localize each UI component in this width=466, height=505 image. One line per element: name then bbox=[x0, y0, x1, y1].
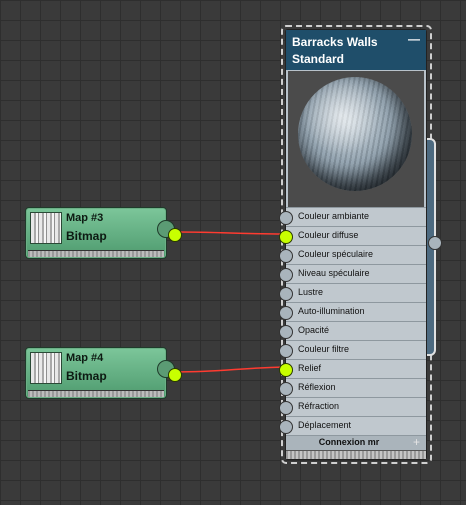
rollout-label: Connexion mr bbox=[318, 437, 380, 447]
slot-label: Réflexion bbox=[298, 382, 336, 392]
slot-label: Relief bbox=[298, 363, 322, 373]
input-socket[interactable] bbox=[279, 268, 293, 282]
minus-icon[interactable]: — bbox=[408, 32, 420, 46]
wire-map3-to-diffuse[interactable] bbox=[175, 231, 285, 235]
input-socket[interactable] bbox=[279, 382, 293, 396]
resize-grip[interactable] bbox=[286, 450, 426, 459]
resize-grip[interactable] bbox=[28, 250, 164, 257]
input-slot[interactable]: Niveau spéculaire bbox=[279, 264, 426, 283]
slot-label: Lustre bbox=[298, 287, 324, 297]
input-socket[interactable] bbox=[279, 344, 293, 358]
slot-label: Couleur filtre bbox=[298, 344, 350, 354]
input-slot[interactable]: Couleur spéculaire bbox=[279, 245, 426, 264]
slot-label: Auto-illumination bbox=[298, 306, 365, 316]
input-slot[interactable]: Couleur filtre bbox=[279, 340, 426, 359]
node-type: Bitmap bbox=[66, 369, 107, 383]
input-socket[interactable] bbox=[279, 420, 293, 434]
material-header[interactable]: Barracks Walls Standard — bbox=[286, 30, 426, 70]
slot-label: Opacité bbox=[298, 325, 330, 335]
input-slot[interactable]: Relief bbox=[279, 359, 426, 378]
material-output-socket[interactable] bbox=[428, 236, 442, 250]
material-node-standard[interactable]: Barracks Walls Standard — Couleur ambian… bbox=[279, 29, 427, 460]
material-type: Standard bbox=[292, 52, 345, 66]
output-socket[interactable] bbox=[168, 368, 182, 382]
input-slot[interactable]: Couleur ambiante bbox=[279, 207, 426, 226]
bitmap-node-map3[interactable]: Map #3 Bitmap bbox=[25, 207, 182, 259]
preview-sphere bbox=[298, 77, 412, 191]
slot-label: Couleur ambiante bbox=[298, 211, 370, 221]
input-socket[interactable] bbox=[279, 211, 293, 225]
material-preview bbox=[288, 71, 424, 207]
input-socket[interactable] bbox=[279, 401, 293, 415]
output-socket[interactable] bbox=[168, 228, 182, 242]
input-slot[interactable]: Auto-illumination bbox=[279, 302, 426, 321]
input-socket[interactable] bbox=[279, 287, 293, 301]
bitmap-thumbnail bbox=[30, 212, 62, 244]
bitmap-thumbnail bbox=[30, 352, 62, 384]
input-socket[interactable] bbox=[279, 230, 293, 244]
slot-label: Déplacement bbox=[298, 420, 352, 430]
node-title: Map #4 bbox=[66, 352, 104, 364]
slot-label: Niveau spéculaire bbox=[298, 268, 370, 278]
input-socket[interactable] bbox=[279, 325, 293, 339]
plus-icon[interactable]: + bbox=[413, 435, 420, 449]
input-slot[interactable]: Opacité bbox=[279, 321, 426, 340]
slot-label: Couleur spéculaire bbox=[298, 249, 374, 259]
slot-label: Réfraction bbox=[298, 401, 340, 411]
input-slot[interactable]: Réfraction bbox=[279, 397, 426, 416]
input-socket[interactable] bbox=[279, 249, 293, 263]
slot-label: Couleur diffuse bbox=[298, 230, 359, 240]
node-type: Bitmap bbox=[66, 229, 107, 243]
material-name: Barracks Walls bbox=[292, 35, 378, 49]
resize-grip[interactable] bbox=[28, 390, 164, 397]
input-socket[interactable] bbox=[279, 363, 293, 377]
input-socket[interactable] bbox=[279, 306, 293, 320]
connexion-mr-rollout[interactable]: Connexion mr + bbox=[286, 435, 426, 450]
bitmap-node-map4[interactable]: Map #4 Bitmap bbox=[25, 347, 182, 399]
node-title: Map #3 bbox=[66, 212, 104, 224]
input-slot[interactable]: Déplacement bbox=[279, 416, 426, 435]
input-slot[interactable]: Couleur diffuse bbox=[279, 226, 426, 245]
input-slot[interactable]: Lustre bbox=[279, 283, 426, 302]
wire-map4-to-relief[interactable] bbox=[175, 366, 285, 373]
input-slot[interactable]: Réflexion bbox=[279, 378, 426, 397]
